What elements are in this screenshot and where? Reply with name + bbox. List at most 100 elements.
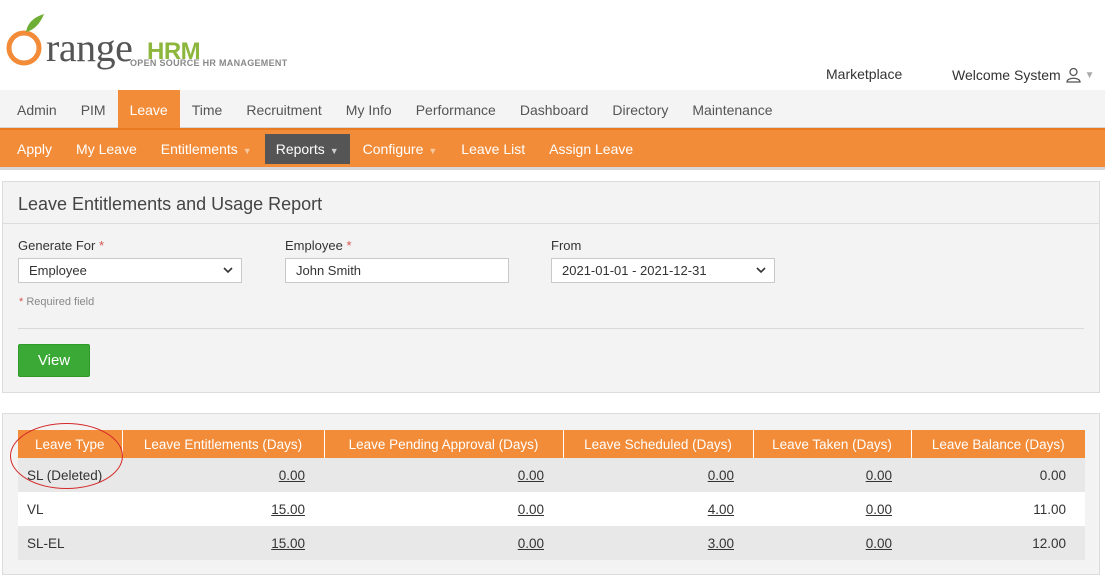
- chevron-down-icon: ▼: [242, 145, 252, 156]
- period-select[interactable]: 2021-01-01 - 2021-12-31: [551, 258, 775, 283]
- menu-recruitment[interactable]: Recruitment: [234, 90, 333, 128]
- scheduled-cell: 3.00: [563, 526, 753, 560]
- chevron-down-icon: [756, 267, 766, 274]
- chevron-down-icon: ▼: [428, 145, 438, 156]
- main-menu: Admin PIM Leave Time Recruitment My Info…: [0, 90, 1105, 128]
- required-note-text: Required field: [26, 296, 95, 308]
- required-asterisk: *: [98, 238, 105, 253]
- chevron-down-icon: [223, 267, 233, 274]
- generate-for-value: Employee: [29, 263, 87, 278]
- orangehrm-logo[interactable]: range HRM OPEN SOURCE HR MANAGEMENT: [6, 10, 306, 70]
- col-balance[interactable]: Leave Balance (Days): [911, 430, 1085, 458]
- branding-header: range HRM OPEN SOURCE HR MANAGEMENT Mark…: [0, 0, 1105, 90]
- submenu-configure-label: Configure: [362, 140, 424, 157]
- pending-cell: 0.00: [324, 526, 563, 560]
- required-asterisk: *: [19, 296, 24, 308]
- leave-type-cell: VL: [18, 492, 122, 526]
- leave-report-table: Leave Type Leave Entitlements (Days) Lea…: [18, 430, 1085, 560]
- generate-for-select[interactable]: Employee: [18, 258, 242, 283]
- entitlements-link[interactable]: 15.00: [271, 502, 305, 517]
- menu-leave[interactable]: Leave: [117, 90, 180, 128]
- chevron-down-icon: ▼: [1084, 69, 1095, 81]
- menu-pim[interactable]: PIM: [69, 90, 118, 128]
- logo-tagline: OPEN SOURCE HR MANAGEMENT: [130, 58, 288, 68]
- menu-performance[interactable]: Performance: [404, 90, 508, 128]
- balance-cell: 11.00: [911, 492, 1085, 526]
- menu-directory[interactable]: Directory: [600, 90, 680, 128]
- table-header-row: Leave Type Leave Entitlements (Days) Lea…: [18, 430, 1085, 458]
- submenu-entitlements[interactable]: Entitlements ▼: [150, 134, 263, 164]
- chevron-down-icon: ▼: [329, 145, 339, 156]
- scheduled-link[interactable]: 3.00: [708, 536, 734, 551]
- pending-link[interactable]: 0.00: [518, 502, 544, 517]
- scheduled-link[interactable]: 0.00: [708, 468, 734, 483]
- submenu-my-leave-label: My Leave: [76, 140, 137, 157]
- col-pending-approval[interactable]: Leave Pending Approval (Days): [324, 430, 564, 458]
- pending-cell: 0.00: [324, 492, 563, 526]
- submenu-leave-list-label: Leave List: [461, 140, 526, 157]
- employee-input[interactable]: John Smith: [285, 258, 509, 283]
- taken-cell: 0.00: [753, 492, 911, 526]
- submenu-assign-leave-label: Assign Leave: [549, 140, 634, 157]
- taken-cell: 0.00: [753, 526, 911, 560]
- entitlements-link[interactable]: 15.00: [271, 536, 305, 551]
- submenu-apply-label: Apply: [17, 140, 53, 157]
- menu-admin[interactable]: Admin: [5, 90, 69, 128]
- marketplace-link[interactable]: Marketplace: [826, 66, 902, 82]
- col-scheduled[interactable]: Leave Scheduled (Days): [563, 430, 754, 458]
- welcome-text: Welcome System: [952, 67, 1061, 83]
- leave-type-cell: SL (Deleted): [18, 458, 122, 492]
- entitlements-cell: 15.00: [122, 492, 324, 526]
- required-asterisk: *: [346, 238, 352, 253]
- submenu-reports-label: Reports: [275, 140, 325, 157]
- employee-value: John Smith: [296, 263, 362, 278]
- menu-time[interactable]: Time: [180, 90, 235, 128]
- col-taken[interactable]: Leave Taken (Days): [753, 430, 912, 458]
- leave-sub-menu: Apply My Leave Entitlements ▼ Reports ▼ Co…: [0, 128, 1105, 170]
- taken-link[interactable]: 0.00: [866, 502, 892, 517]
- entitlements-cell: 0.00: [122, 458, 324, 492]
- pending-link[interactable]: 0.00: [518, 468, 544, 483]
- submenu-assign-leave[interactable]: Assign Leave: [538, 134, 644, 164]
- leave-type-cell: SL-EL: [18, 526, 122, 560]
- entitlements-cell: 15.00: [122, 526, 324, 560]
- submenu-apply[interactable]: Apply: [6, 134, 63, 164]
- menu-maintenance[interactable]: Maintenance: [680, 90, 784, 128]
- report-results-panel: Leave Type Leave Entitlements (Days) Lea…: [2, 413, 1100, 575]
- scheduled-cell: 0.00: [563, 458, 753, 492]
- required-field-note: * Required field: [19, 296, 94, 308]
- report-form-panel: Leave Entitlements and Usage Report Gene…: [2, 181, 1100, 393]
- pending-cell: 0.00: [324, 458, 563, 492]
- view-button[interactable]: View: [18, 344, 90, 377]
- table-row: VL 15.00 0.00 4.00 0.00 11.00: [18, 492, 1085, 526]
- table-row: SL (Deleted) 0.00 0.00 0.00 0.00 0.00: [18, 458, 1085, 492]
- balance-cell: 0.00: [911, 458, 1085, 492]
- menu-my-info[interactable]: My Info: [334, 90, 404, 128]
- menu-dashboard[interactable]: Dashboard: [508, 90, 601, 128]
- submenu-leave-list[interactable]: Leave List: [450, 134, 536, 164]
- scheduled-cell: 4.00: [563, 492, 753, 526]
- submenu-entitlements-label: Entitlements: [160, 140, 238, 157]
- submenu-reports[interactable]: Reports ▼: [264, 133, 350, 164]
- submenu-configure[interactable]: Configure ▼: [352, 134, 449, 164]
- taken-link[interactable]: 0.00: [866, 536, 892, 551]
- user-icon: [1066, 67, 1081, 83]
- page-title: Leave Entitlements and Usage Report: [3, 182, 1099, 224]
- period-value: 2021-01-01 - 2021-12-31: [562, 263, 707, 278]
- entitlements-link[interactable]: 0.00: [279, 468, 305, 483]
- table-row: SL-EL 15.00 0.00 3.00 0.00 12.00: [18, 526, 1085, 560]
- scheduled-link[interactable]: 4.00: [708, 502, 734, 517]
- form-divider: [18, 328, 1084, 329]
- employee-label-text: Employee: [285, 238, 343, 253]
- col-entitlements[interactable]: Leave Entitlements (Days): [122, 430, 325, 458]
- employee-label: Employee *: [285, 238, 352, 253]
- welcome-menu[interactable]: Welcome System ▼: [952, 67, 1095, 83]
- balance-cell: 12.00: [911, 526, 1085, 560]
- logo-word: range: [46, 25, 133, 70]
- taken-link[interactable]: 0.00: [866, 468, 892, 483]
- submenu-my-leave[interactable]: My Leave: [65, 134, 148, 164]
- from-label: From: [551, 238, 582, 253]
- col-leave-type[interactable]: Leave Type: [18, 430, 123, 458]
- generate-for-label-text: Generate For: [18, 238, 96, 253]
- pending-link[interactable]: 0.00: [518, 536, 544, 551]
